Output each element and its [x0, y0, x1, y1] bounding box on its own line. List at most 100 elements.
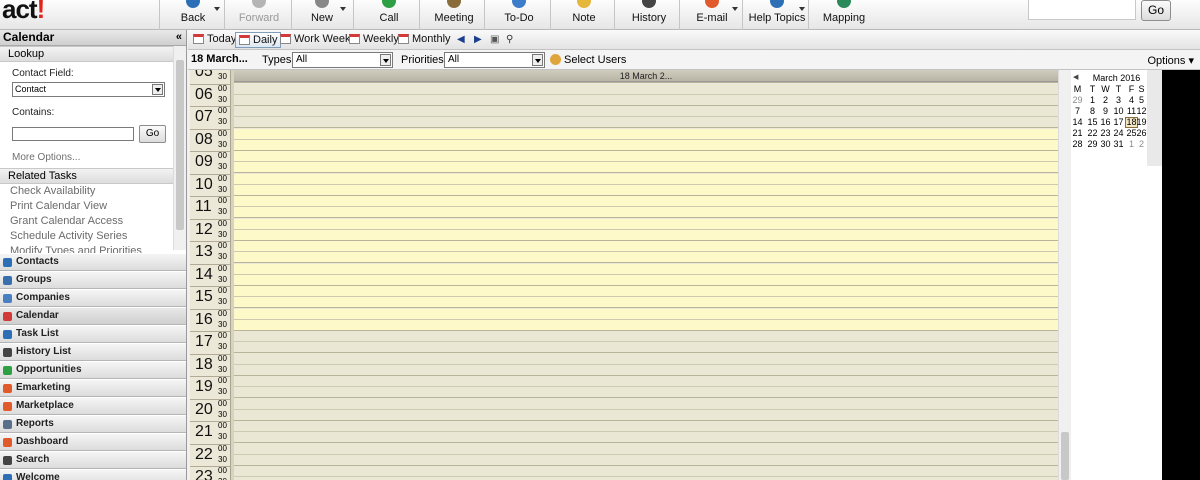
- mini-day[interactable]: 1: [1086, 95, 1099, 106]
- help-topics-button[interactable]: Help Topics: [746, 0, 808, 30]
- time-slot[interactable]: [234, 139, 1058, 151]
- time-slot[interactable]: [234, 207, 1058, 219]
- day-view-grid[interactable]: 18 March 2... 05003006003007003008003009…: [190, 70, 1058, 480]
- time-slot[interactable]: [234, 173, 1058, 185]
- note-button[interactable]: Note: [554, 0, 614, 30]
- view-today-button[interactable]: Today: [190, 32, 239, 48]
- mini-day[interactable]: 22: [1086, 128, 1099, 139]
- time-slot[interactable]: [234, 432, 1058, 444]
- types-select[interactable]: All: [292, 52, 393, 68]
- nav-item-task-list[interactable]: Task List: [0, 325, 186, 343]
- mini-day[interactable]: 30: [1099, 139, 1112, 150]
- nav-item-groups[interactable]: Groups: [0, 271, 186, 289]
- related-tasks-header[interactable]: Related Tasks: [0, 168, 173, 184]
- lookup-header[interactable]: Lookup: [0, 46, 173, 62]
- mini-day[interactable]: 24: [1112, 128, 1125, 139]
- mini-day[interactable]: 14: [1071, 117, 1084, 128]
- view-monthly-button[interactable]: Monthly: [395, 32, 454, 48]
- mini-day[interactable]: 17: [1112, 117, 1125, 128]
- nav-item-reports[interactable]: Reports: [0, 415, 186, 433]
- scrollbar-thumb[interactable]: [176, 60, 184, 230]
- time-slot[interactable]: [234, 274, 1058, 286]
- lookup-go-button[interactable]: Go: [139, 125, 166, 143]
- contact-field-select[interactable]: Contact: [12, 82, 165, 97]
- related-task-grant-calendar-access[interactable]: Grant Calendar Access: [0, 214, 172, 229]
- nav-item-marketplace[interactable]: Marketplace: [0, 397, 186, 415]
- new-button[interactable]: New: [295, 0, 349, 30]
- collapse-pane-icon[interactable]: «: [176, 30, 182, 45]
- time-slot[interactable]: [234, 387, 1058, 399]
- time-slot[interactable]: [234, 443, 1058, 455]
- time-slot[interactable]: [234, 364, 1058, 376]
- select-users-button[interactable]: Select Users: [550, 54, 626, 66]
- time-slot[interactable]: [234, 117, 1058, 129]
- chevron-down-icon[interactable]: [799, 7, 805, 11]
- mini-day[interactable]: 28: [1071, 139, 1084, 150]
- options-menu[interactable]: Options ▾: [1148, 54, 1195, 67]
- time-slot[interactable]: [234, 229, 1058, 241]
- meeting-button[interactable]: Meeting: [423, 0, 485, 30]
- scrollbar-thumb[interactable]: [1061, 432, 1069, 480]
- print-icon[interactable]: ▣: [490, 34, 499, 45]
- first-page-icon[interactable]: ◀: [457, 34, 465, 45]
- priorities-select[interactable]: All: [444, 52, 545, 68]
- more-options-link[interactable]: More Options...: [0, 152, 186, 168]
- nav-item-opportunities[interactable]: Opportunities: [0, 361, 186, 379]
- mini-day[interactable]: 15: [1086, 117, 1099, 128]
- time-slot[interactable]: [234, 409, 1058, 421]
- day-view-scrollbar[interactable]: [1058, 70, 1071, 480]
- time-slot[interactable]: [234, 94, 1058, 106]
- mini-day[interactable]: 16: [1099, 117, 1112, 128]
- chevron-down-icon[interactable]: [340, 7, 346, 11]
- time-slot[interactable]: [234, 218, 1058, 230]
- related-task-schedule-activity-series[interactable]: Schedule Activity Series: [0, 229, 172, 244]
- nav-item-companies[interactable]: Companies: [0, 289, 186, 307]
- time-slot[interactable]: [234, 466, 1058, 477]
- related-task-print-calendar-view[interactable]: Print Calendar View: [0, 199, 172, 214]
- time-slot[interactable]: [234, 162, 1058, 174]
- time-slot[interactable]: [234, 263, 1058, 275]
- contains-input[interactable]: [12, 127, 134, 141]
- view-weekly-button[interactable]: Weekly: [346, 32, 402, 48]
- zoom-icon[interactable]: ⚲: [506, 34, 513, 45]
- time-slot[interactable]: [234, 331, 1058, 342]
- nav-item-welcome[interactable]: Welcome: [0, 469, 186, 480]
- last-page-icon[interactable]: ▶: [474, 34, 482, 45]
- related-task-check-availability[interactable]: Check Availability: [0, 184, 172, 199]
- mini-day[interactable]: 29: [1071, 95, 1084, 106]
- e-mail-button[interactable]: E-mail: [683, 0, 741, 30]
- mini-day[interactable]: 9: [1099, 106, 1112, 117]
- call-button[interactable]: Call: [357, 0, 421, 30]
- mini-day[interactable]: 2: [1099, 95, 1112, 106]
- mini-day[interactable]: 7: [1071, 106, 1084, 117]
- mini-day[interactable]: 8: [1086, 106, 1099, 117]
- toolbar-go-button[interactable]: Go: [1141, 0, 1171, 21]
- back-button[interactable]: Back: [163, 0, 223, 30]
- nav-item-dashboard[interactable]: Dashboard: [0, 433, 186, 451]
- history-button[interactable]: History: [618, 0, 680, 30]
- view-work-week-button[interactable]: Work Week: [277, 32, 353, 48]
- mini-day[interactable]: 10: [1112, 106, 1125, 117]
- nav-item-contacts[interactable]: Contacts: [0, 253, 186, 271]
- chevron-down-icon[interactable]: [532, 54, 543, 66]
- time-slot[interactable]: [234, 297, 1058, 309]
- chevron-down-icon[interactable]: [152, 84, 163, 95]
- mapping-button[interactable]: Mapping: [812, 0, 876, 30]
- time-slot[interactable]: [234, 106, 1058, 117]
- chevron-down-icon[interactable]: [732, 7, 738, 11]
- mini-day[interactable]: 3: [1112, 95, 1125, 106]
- nav-item-calendar[interactable]: Calendar: [0, 307, 186, 325]
- time-slot[interactable]: [234, 454, 1058, 466]
- time-slot[interactable]: [234, 196, 1058, 207]
- time-slot[interactable]: [234, 308, 1058, 320]
- time-slot[interactable]: [234, 319, 1058, 331]
- forward-button[interactable]: Forward: [228, 0, 290, 30]
- time-slot[interactable]: [234, 286, 1058, 297]
- time-slot[interactable]: [234, 252, 1058, 264]
- time-slot[interactable]: [234, 342, 1058, 354]
- time-slot[interactable]: [234, 353, 1058, 365]
- chevron-down-icon[interactable]: [380, 54, 391, 66]
- mini-day[interactable]: 31: [1112, 139, 1125, 150]
- time-slot[interactable]: [234, 184, 1058, 196]
- time-slot[interactable]: [234, 376, 1058, 387]
